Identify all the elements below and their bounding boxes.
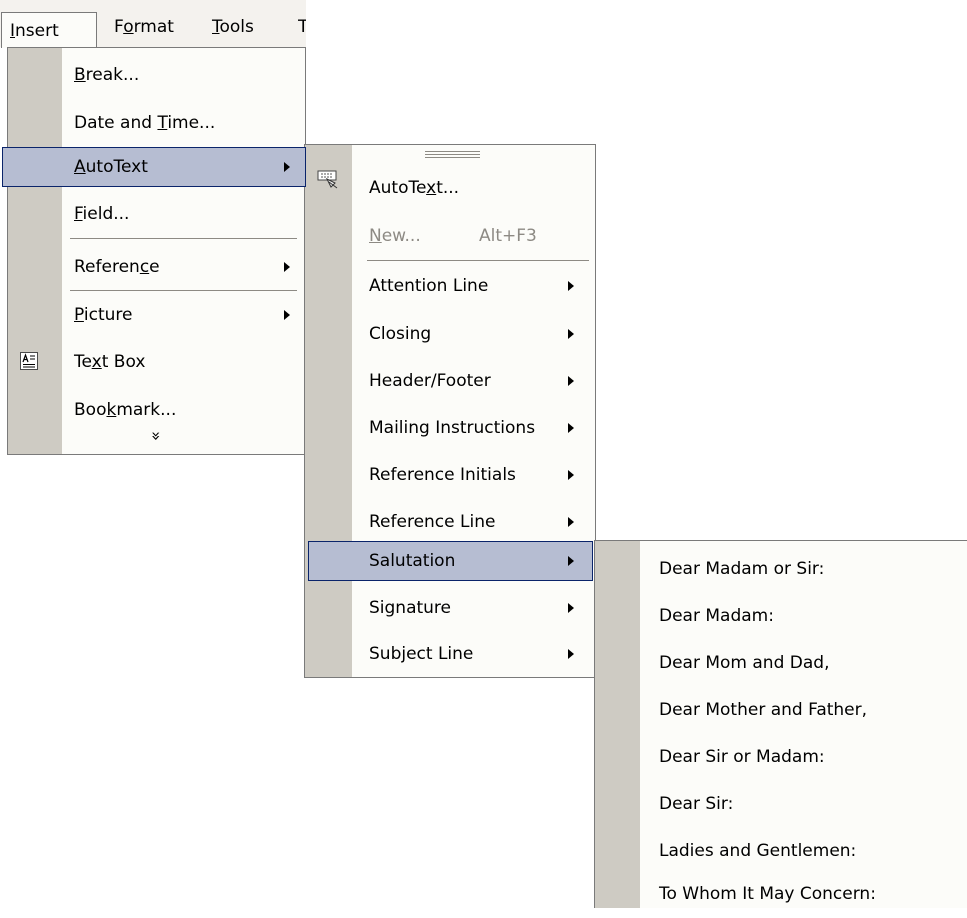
menu-format[interactable]: Format: [114, 14, 174, 40]
menu-item-label: AutoText: [74, 157, 148, 177]
menu-item-label: Field...: [74, 204, 130, 224]
menu-item-label: Reference: [74, 257, 160, 277]
menu-item-label: Dear Mom and Dad,: [659, 653, 830, 673]
menu-tools[interactable]: Tools: [212, 14, 254, 40]
menu-item-salutation-entry[interactable]: Dear Sir or Madam:: [595, 733, 967, 781]
menu-item-label: Break...: [74, 65, 140, 85]
menu-item-label: Mailing Instructions: [369, 418, 536, 438]
menu-item-autotext-dialog[interactable]: AutoText...: [305, 164, 595, 212]
submenu-arrow-icon: [284, 162, 290, 172]
submenu-arrow-icon: [284, 262, 290, 272]
text-box-icon: [20, 352, 38, 375]
menu-item-salutation-entry[interactable]: Ladies and Gentlemen:: [595, 827, 967, 875]
menu-item-label: Closing: [369, 324, 432, 344]
menu-item-label: Subject Line: [369, 644, 474, 664]
menu-item-signature[interactable]: Signature: [305, 584, 595, 632]
menu-item-salutation-entry[interactable]: Dear Mom and Dad,: [595, 639, 967, 687]
keyboard-hand-icon: [317, 169, 341, 196]
submenu-arrow-icon: [568, 649, 574, 659]
menu-item-label: Dear Madam:: [659, 606, 774, 626]
menu-item-salutation[interactable]: Salutation: [308, 541, 593, 581]
menu-item-header-footer[interactable]: Header/Footer: [305, 357, 595, 405]
menu-bar: Insert Format Tools T: [0, 0, 306, 48]
menu-item-label: New...: [369, 226, 421, 246]
submenu-arrow-icon: [568, 376, 574, 386]
menu-item-label: Dear Sir or Madam:: [659, 747, 825, 767]
submenu-arrow-icon: [568, 603, 574, 613]
menu-item-closing[interactable]: Closing: [305, 310, 595, 358]
menu-item-salutation-entry[interactable]: Dear Madam or Sir:: [595, 545, 967, 593]
menu-item-salutation-entry[interactable]: Dear Sir:: [595, 780, 967, 828]
menu-item-attention-line[interactable]: Attention Line: [305, 262, 595, 310]
menu-item-bookmark[interactable]: Bookmark...: [8, 386, 305, 426]
menu-item-label: Dear Sir:: [659, 794, 734, 814]
menu-item-salutation-entry[interactable]: Dear Mother and Father,: [595, 686, 967, 734]
menu-item-reference-line[interactable]: Reference Line: [305, 498, 595, 546]
menu-item-picture[interactable]: Picture: [8, 291, 305, 339]
menu-item-date-and-time[interactable]: Date and Time...: [8, 99, 305, 147]
menu-item-reference[interactable]: Reference: [8, 243, 305, 291]
menu-item-label: Signature: [369, 598, 452, 618]
salutation-submenu: Dear Madam or Sir: Dear Madam: Dear Mom …: [594, 540, 967, 908]
menu-item-label: Picture: [74, 305, 133, 325]
menu-item-mailing-instructions[interactable]: Mailing Instructions: [305, 404, 595, 452]
menu-table-partial[interactable]: T: [298, 14, 306, 40]
menu-item-salutation-entry[interactable]: To Whom It May Concern:: [595, 870, 967, 910]
menu-item-field[interactable]: Field...: [8, 190, 305, 238]
menu-insert[interactable]: Insert: [1, 12, 97, 48]
menu-item-reference-initials[interactable]: Reference Initials: [305, 451, 595, 499]
tear-off-grip-line: [425, 154, 480, 155]
menu-item-label: Reference Line: [369, 512, 496, 532]
submenu-arrow-icon: [568, 329, 574, 339]
menu-item-label: Dear Mother and Father,: [659, 700, 868, 720]
submenu-arrow-icon: [568, 281, 574, 291]
menu-item-label: Salutation: [369, 551, 456, 571]
menu-item-autotext[interactable]: AutoText: [2, 147, 306, 187]
menu-item-label: Header/Footer: [369, 371, 491, 391]
submenu-arrow-icon: [568, 517, 574, 527]
menu-item-break[interactable]: Break...: [8, 51, 305, 99]
menu-item-label: Date and Time...: [74, 113, 216, 133]
menu-item-label: Attention Line: [369, 276, 489, 296]
menu-item-text-box[interactable]: Text Box: [8, 338, 305, 386]
menu-item-label: Reference Initials: [369, 465, 516, 485]
menu-item-label: Ladies and Gentlemen:: [659, 841, 857, 861]
menu-item-label: Dear Madam or Sir:: [659, 559, 825, 579]
menu-item-label: AutoText...: [369, 178, 460, 198]
insert-menu: Break... Date and Time... AutoText Field…: [2, 47, 306, 455]
menu-item-label: Text Box: [74, 352, 146, 372]
menu-separator: [70, 238, 297, 239]
autotext-submenu: AutoText... New... Alt+F3 Attention Line…: [304, 144, 596, 678]
menu-item-salutation-entry[interactable]: Dear Madam:: [595, 592, 967, 640]
menu-item-new-autotext: New... Alt+F3: [305, 212, 595, 260]
tear-off-grip[interactable]: [425, 151, 480, 152]
submenu-arrow-icon: [568, 470, 574, 480]
submenu-arrow-icon: [284, 310, 290, 320]
menu-item-subject-line[interactable]: Subject Line: [305, 630, 595, 678]
expand-menu-chevron-icon[interactable]: »: [146, 426, 166, 446]
submenu-arrow-icon: [568, 556, 574, 566]
tear-off-grip-line: [425, 157, 480, 158]
menu-item-shortcut: Alt+F3: [479, 226, 537, 246]
menu-item-label: To Whom It May Concern:: [659, 884, 876, 904]
submenu-arrow-icon: [568, 423, 574, 433]
menu-separator: [367, 260, 589, 261]
